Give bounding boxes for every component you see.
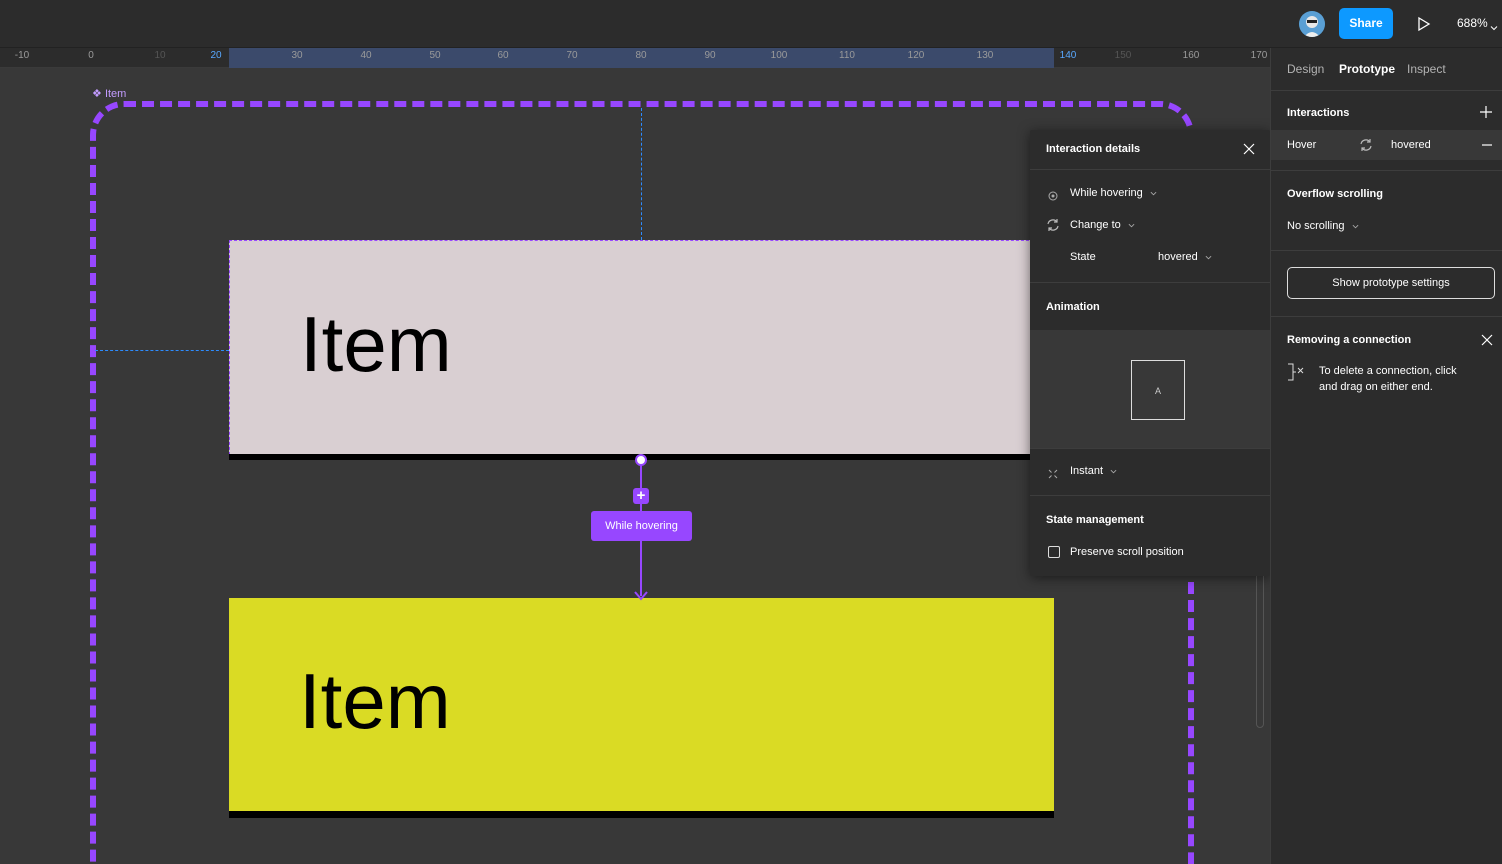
ruler-tick: 140 bbox=[1059, 50, 1077, 61]
share-button[interactable]: Share bbox=[1339, 8, 1393, 39]
instant-transition-icon bbox=[1048, 466, 1058, 479]
connection-start-handle[interactable] bbox=[635, 454, 647, 466]
state-dropdown[interactable]: hovered bbox=[1158, 251, 1212, 263]
trigger-dropdown[interactable]: While hovering bbox=[1070, 187, 1157, 199]
transition-section bbox=[1030, 448, 1270, 496]
ruler-tick: 100 bbox=[770, 50, 788, 61]
preserve-scroll-label[interactable]: Preserve scroll position bbox=[1070, 546, 1184, 558]
ruler-tick: 120 bbox=[907, 50, 925, 61]
ruler-tick: 50 bbox=[429, 50, 441, 61]
action-value: Change to bbox=[1070, 219, 1121, 231]
horizontal-ruler: -10 0 10 20 30 40 50 60 70 80 90 100 110… bbox=[0, 48, 1270, 68]
trigger-value: While hovering bbox=[1070, 187, 1143, 199]
item-variant-default[interactable]: Item bbox=[229, 240, 1054, 460]
tab-design[interactable]: Design bbox=[1287, 62, 1324, 76]
ruler-tick: -10 bbox=[14, 50, 30, 61]
present-play-icon[interactable] bbox=[1413, 14, 1433, 34]
swap-icon bbox=[1046, 218, 1060, 232]
interaction-row[interactable]: Hover hovered bbox=[1271, 130, 1502, 160]
interaction-details-popover: Interaction details While hovering Chang… bbox=[1030, 130, 1270, 576]
ruler-tick: 70 bbox=[566, 50, 578, 61]
chevron-down-icon bbox=[1205, 255, 1212, 260]
action-dropdown[interactable]: Change to bbox=[1070, 219, 1135, 231]
connection-trigger-label[interactable]: While hovering bbox=[591, 511, 692, 541]
ruler-tick: 80 bbox=[635, 50, 647, 61]
ruler-tick: 40 bbox=[360, 50, 372, 61]
connection-arrow-icon[interactable] bbox=[634, 588, 648, 601]
zoom-level[interactable]: 688% bbox=[1457, 16, 1488, 30]
animation-type-value: Instant bbox=[1070, 465, 1104, 477]
item-variant-underline bbox=[229, 811, 1054, 818]
ruler-tick: 10 bbox=[154, 50, 166, 61]
ruler-tick: 110 bbox=[839, 50, 855, 61]
spacing-guide-horizontal bbox=[95, 350, 229, 351]
animation-preview: A bbox=[1030, 330, 1270, 448]
top-toolbar: Share 688% bbox=[0, 0, 1502, 48]
state-management-title: State management bbox=[1046, 514, 1144, 526]
divider bbox=[1271, 170, 1502, 171]
overflow-value: No scrolling bbox=[1287, 220, 1345, 232]
chevron-down-icon bbox=[1150, 191, 1157, 196]
interactions-title: Interactions bbox=[1287, 107, 1350, 119]
chevron-down-icon[interactable] bbox=[1490, 19, 1498, 31]
chevron-down-icon bbox=[1110, 469, 1117, 474]
show-prototype-settings-button[interactable]: Show prototype settings bbox=[1287, 267, 1495, 299]
interaction-trigger: Hover bbox=[1287, 139, 1317, 151]
canvas-scrollbar[interactable] bbox=[1256, 568, 1264, 728]
divider bbox=[1271, 90, 1502, 91]
divider bbox=[1271, 316, 1502, 317]
add-interaction-icon[interactable]: + bbox=[633, 488, 649, 504]
ruler-tick: 130 bbox=[976, 50, 994, 61]
divider bbox=[1271, 250, 1502, 251]
component-icon: ❖ bbox=[92, 88, 102, 100]
ruler-tick: 150 bbox=[1114, 50, 1132, 61]
animation-preview-frame: A bbox=[1131, 360, 1185, 420]
tip-text-line1: To delete a connection, click bbox=[1319, 365, 1457, 377]
item-variant-text: Item bbox=[300, 300, 452, 388]
ruler-tick: 60 bbox=[497, 50, 509, 61]
overflow-dropdown[interactable]: No scrolling bbox=[1287, 220, 1359, 232]
ruler-tick: 90 bbox=[704, 50, 716, 61]
frame-label[interactable]: ❖ Item bbox=[92, 87, 126, 100]
state-value: hovered bbox=[1158, 251, 1198, 263]
ruler-tick: 30 bbox=[291, 50, 303, 61]
frame-label-text: Item bbox=[104, 88, 127, 100]
tip-text-line2: and drag on either end. bbox=[1319, 381, 1433, 393]
tip-title: Removing a connection bbox=[1287, 334, 1412, 346]
state-management-section bbox=[1030, 495, 1270, 576]
swap-icon bbox=[1359, 138, 1373, 152]
close-icon[interactable] bbox=[1242, 142, 1256, 156]
overflow-title: Overflow scrolling bbox=[1287, 188, 1383, 200]
popover-title: Interaction details bbox=[1046, 143, 1141, 155]
ruler-tick: 20 bbox=[210, 50, 222, 61]
chevron-down-icon bbox=[1352, 224, 1358, 229]
preserve-scroll-checkbox[interactable] bbox=[1048, 546, 1060, 558]
close-icon[interactable] bbox=[1480, 333, 1494, 347]
ruler-tick: 0 bbox=[88, 50, 94, 61]
tab-inspect[interactable]: Inspect bbox=[1407, 62, 1446, 76]
item-variant-hovered[interactable]: Item bbox=[229, 598, 1054, 818]
remove-icon[interactable] bbox=[1480, 138, 1494, 152]
add-icon[interactable] bbox=[1479, 105, 1493, 119]
chevron-down-icon bbox=[1128, 223, 1135, 228]
ruler-tick: 160 bbox=[1182, 50, 1200, 61]
properties-panel: Design Prototype Inspect Interactions Ho… bbox=[1270, 48, 1502, 864]
state-label: State bbox=[1070, 251, 1096, 263]
interaction-target: hovered bbox=[1391, 139, 1431, 151]
disconnect-icon bbox=[1287, 363, 1307, 381]
animation-title: Animation bbox=[1046, 301, 1100, 313]
spacing-guide-vertical bbox=[641, 108, 642, 240]
trigger-icon bbox=[1048, 188, 1058, 201]
item-variant-text: Item bbox=[299, 657, 451, 745]
animation-type-dropdown[interactable]: Instant bbox=[1070, 465, 1117, 477]
avatar-icon bbox=[1299, 11, 1325, 37]
ruler-tick: 170 bbox=[1250, 50, 1268, 61]
tab-prototype[interactable]: Prototype bbox=[1339, 62, 1395, 76]
user-avatar[interactable] bbox=[1299, 11, 1325, 37]
